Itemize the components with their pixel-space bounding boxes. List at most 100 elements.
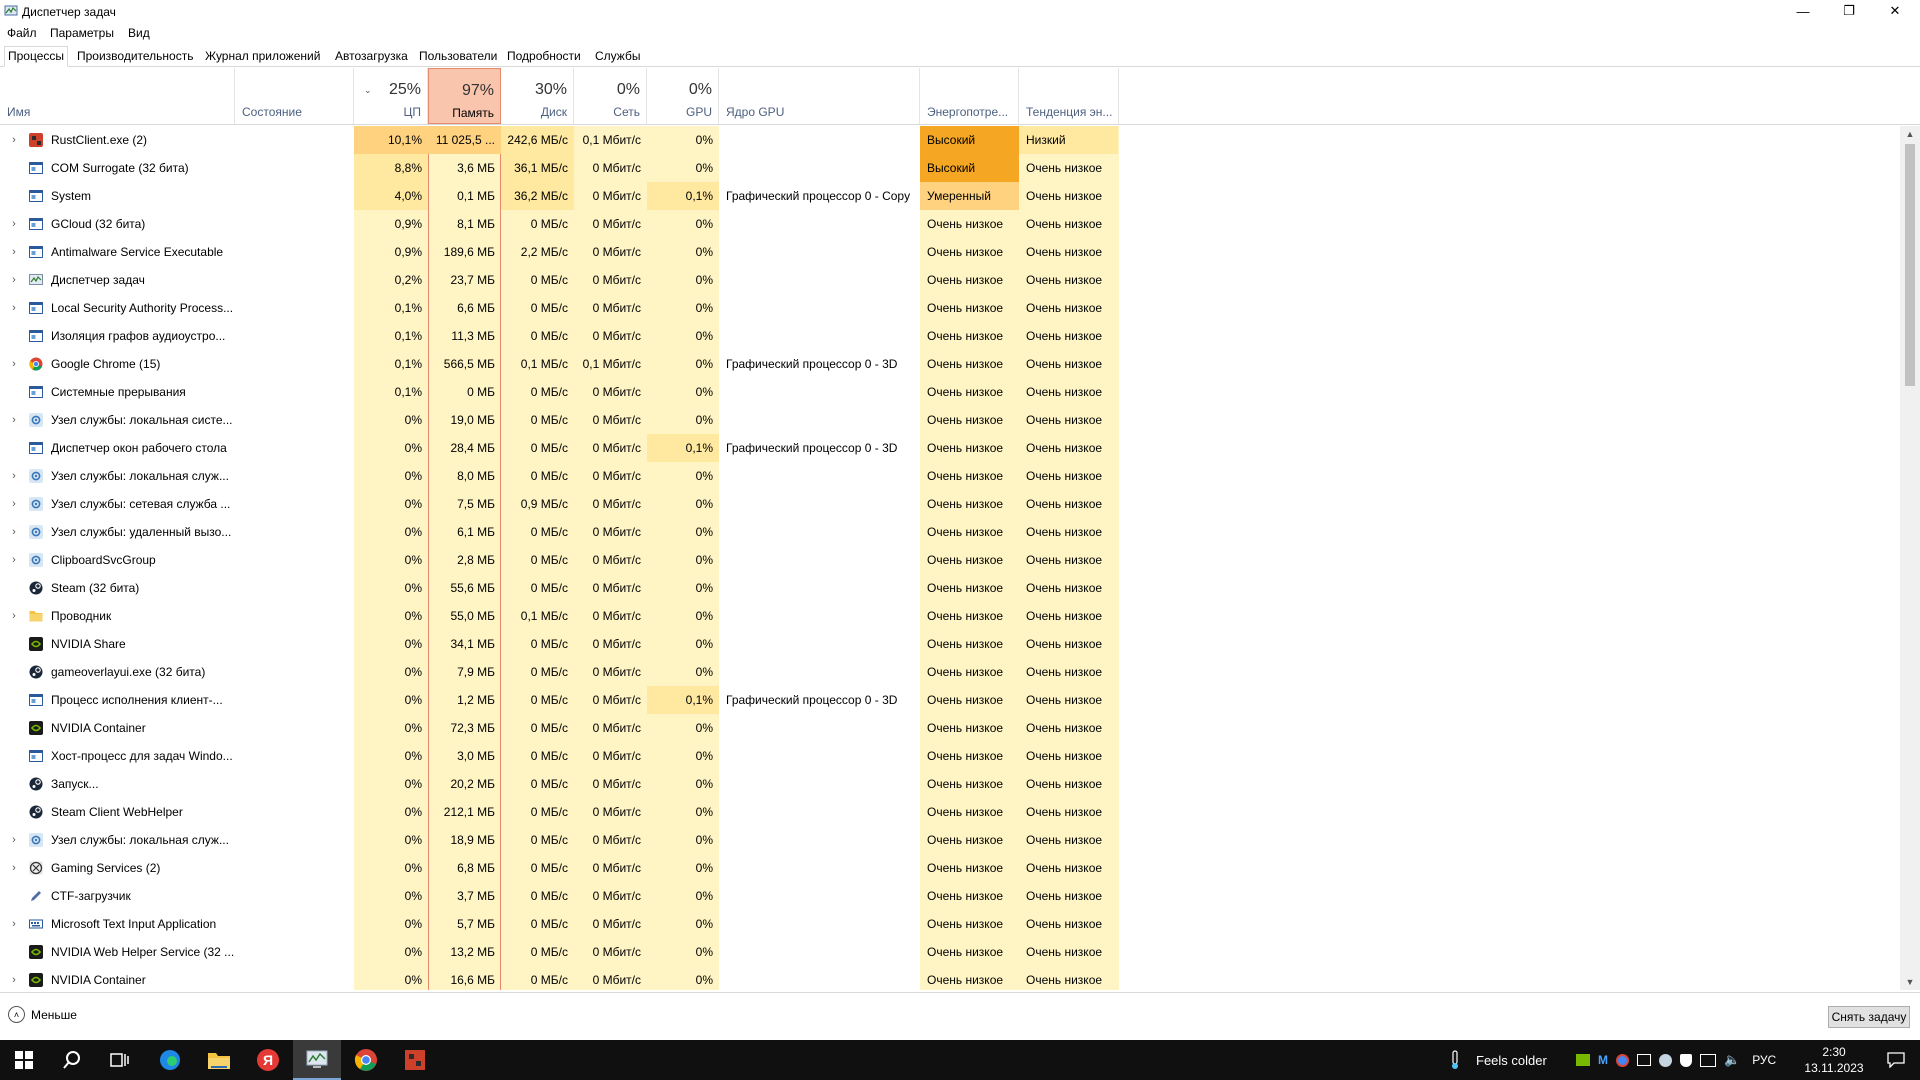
expand-chevron-icon[interactable]: › (8, 854, 20, 882)
expand-chevron-icon[interactable]: › (8, 490, 20, 518)
process-gpu-engine (719, 770, 919, 798)
nvidia-tray-icon[interactable] (1576, 1054, 1590, 1066)
taskbar-chrome[interactable] (342, 1040, 390, 1080)
process-row[interactable]: Процесс исполнения клиент-... 0% 1,2 МБ 0 М… (0, 686, 1900, 714)
column-cpu[interactable]: 25% ЦП (354, 68, 428, 124)
vertical-scrollbar[interactable]: ▲ ▼ (1900, 126, 1920, 990)
process-row[interactable]: NVIDIA Share 0% 34,1 МБ 0 МБ/с 0 Мбит/с 0% Оче… (0, 630, 1900, 658)
steam-tray-icon[interactable] (1659, 1053, 1672, 1067)
process-row[interactable]: Steam (32 бита) 0% 55,6 МБ 0 МБ/с 0 Мбит/с 0%… (0, 574, 1900, 602)
expand-chevron-icon[interactable]: › (8, 546, 20, 574)
defender-tray-icon[interactable] (1680, 1053, 1692, 1067)
tab-processes[interactable]: Процессы (4, 46, 69, 67)
start-button[interactable] (0, 1040, 48, 1080)
process-memory: 189,6 МБ (443, 245, 495, 259)
process-row[interactable]: › ClipboardSvcGroup 0% 2,8 МБ 0 МБ/с 0 Мбит/с… (0, 546, 1900, 574)
expand-chevron-icon[interactable]: › (8, 462, 20, 490)
process-row[interactable]: › Local Security Authority Process... 0,1%… (0, 294, 1900, 322)
taskbar-edge[interactable] (146, 1040, 194, 1080)
column-power-usage[interactable]: Энергопотре... (920, 68, 1019, 124)
column-power-trend[interactable]: Тенденция эн... (1019, 68, 1119, 124)
tab-details[interactable]: Подробности (504, 48, 584, 65)
process-row[interactable]: COM Surrogate (32 бита) 8,8% 3,6 МБ 36,1 МБ… (0, 154, 1900, 182)
column-status[interactable]: Состояние (235, 68, 354, 124)
process-row[interactable]: NVIDIA Web Helper Service (32 ... 0% 13,2 … (0, 938, 1900, 966)
taskbar-yandex[interactable]: Я (244, 1040, 292, 1080)
taskbar-explorer[interactable] (195, 1040, 243, 1080)
expand-chevron-icon[interactable]: › (8, 966, 20, 990)
tab-startup[interactable]: Автозагрузка (332, 48, 411, 65)
notifications-button[interactable] (1876, 1040, 1916, 1080)
column-memory[interactable]: 97% Память (428, 68, 501, 124)
expand-chevron-icon[interactable]: › (8, 238, 20, 266)
process-row[interactable]: Steam Client WebHelper 0% 212,1 МБ 0 МБ/с 0 … (0, 798, 1900, 826)
process-row[interactable]: Хост-процесс для задач Windo... 0% 3,0 МБ 0… (0, 742, 1900, 770)
scrollbar-thumb[interactable] (1905, 144, 1915, 386)
search-button[interactable] (48, 1040, 96, 1080)
tab-services[interactable]: Службы (592, 48, 643, 65)
process-row[interactable]: Запуск... 0% 20,2 МБ 0 МБ/с 0 Мбит/с 0% Очень … (0, 770, 1900, 798)
process-row[interactable]: CTF-загрузчик 0% 3,7 МБ 0 МБ/с 0 Мбит/с 0% Оче… (0, 882, 1900, 910)
network-tray-icon[interactable] (1700, 1053, 1716, 1067)
expand-chevron-icon[interactable]: › (8, 294, 20, 322)
process-row[interactable]: › Microsoft Text Input Application 0% 5,7 М… (0, 910, 1900, 938)
end-task-button[interactable]: Снять задачу (1828, 1006, 1910, 1028)
process-row[interactable]: › Google Chrome (15) 0,1% 566,5 МБ 0,1 МБ/с 0… (0, 350, 1900, 378)
restore-button[interactable]: ❐ (1826, 0, 1872, 22)
expand-chevron-icon[interactable]: › (8, 602, 20, 630)
process-row[interactable]: NVIDIA Container 0% 72,3 МБ 0 МБ/с 0 Мбит/с 0… (0, 714, 1900, 742)
process-row[interactable]: Системные прерывания 0,1% 0 МБ 0 МБ/с 0 Мбит… (0, 378, 1900, 406)
tab-performance[interactable]: Производительность (74, 48, 196, 65)
expand-chevron-icon[interactable]: › (8, 350, 20, 378)
expand-chevron-icon[interactable]: › (8, 406, 20, 434)
malwarebytes-tray-icon[interactable]: M (1598, 1053, 1608, 1067)
process-row[interactable]: Изоляция графов аудиоустро... 0,1% 11,3 МБ… (0, 322, 1900, 350)
process-row[interactable]: › Gaming Services (2) 0% 6,8 МБ 0 МБ/с 0 Мбит… (0, 854, 1900, 882)
language-indicator[interactable]: РУС (1752, 1053, 1776, 1067)
display-tray-icon[interactable] (1637, 1054, 1651, 1066)
process-row[interactable]: › RustClient.exe (2) 10,1% 11 025,5 ... 242,… (0, 126, 1900, 154)
process-row[interactable]: Диспетчер окон рабочего стола 0% 28,4 МБ 0 … (0, 434, 1900, 462)
column-name[interactable]: Имя (0, 68, 235, 124)
expand-chevron-icon[interactable]: › (8, 126, 20, 154)
menu-file[interactable]: Файл (7, 26, 37, 40)
task-view-button[interactable] (96, 1040, 144, 1080)
menu-options[interactable]: Параметры (50, 26, 114, 40)
column-disk[interactable]: 30% Диск (501, 68, 574, 124)
process-row[interactable]: › Antimalware Service Executable 0,9% 189,6… (0, 238, 1900, 266)
expand-chevron-icon[interactable]: › (8, 910, 20, 938)
process-row[interactable]: gameoverlayui.exe (32 бита) 0% 7,9 МБ 0 МБ/… (0, 658, 1900, 686)
expand-chevron-icon[interactable]: › (8, 826, 20, 854)
process-row[interactable]: › Диспетчер задач 0,2% 23,7 МБ 0 МБ/с 0 Мбит/… (0, 266, 1900, 294)
volume-tray-icon[interactable]: 🔈 (1724, 1052, 1740, 1068)
process-row[interactable]: › GCloud (32 бита) 0,9% 8,1 МБ 0 МБ/с 0 Мбит/… (0, 210, 1900, 238)
close-button[interactable]: ✕ (1872, 0, 1918, 22)
scroll-up-icon[interactable]: ▲ (1900, 126, 1920, 142)
column-gpu[interactable]: 0% GPU (647, 68, 719, 124)
process-row[interactable]: › Узел службы: локальная служ... 0% 18,9 МБ… (0, 826, 1900, 854)
process-row[interactable]: › Узел службы: локальная систе... 0% 19,0 М… (0, 406, 1900, 434)
expand-chevron-icon[interactable]: › (8, 210, 20, 238)
menu-view[interactable]: Вид (128, 26, 150, 40)
weather-widget[interactable]: Feels colder (1448, 1040, 1547, 1080)
tab-app-history[interactable]: Журнал приложений (202, 48, 323, 65)
column-gpu-engine[interactable]: Ядро GPU (719, 68, 920, 124)
taskbar-rust[interactable] (391, 1040, 439, 1080)
fewer-details-button[interactable]: ˄ Меньше (8, 1006, 77, 1023)
process-row[interactable]: › Проводник 0% 55,0 МБ 0,1 МБ/с 0 Мбит/с 0% Оче… (0, 602, 1900, 630)
process-row[interactable]: › Узел службы: удаленный вызо... 0% 6,1 МБ 0… (0, 518, 1900, 546)
chrome-tray-icon[interactable] (1616, 1053, 1629, 1067)
process-gpu: 0% (695, 637, 713, 651)
scroll-down-icon[interactable]: ▼ (1900, 974, 1920, 990)
expand-chevron-icon[interactable]: › (8, 518, 20, 546)
clock[interactable]: 2:30 13.11.2023 (1796, 1040, 1872, 1080)
taskbar-task-manager[interactable] (293, 1040, 341, 1080)
process-row[interactable]: › NVIDIA Container 0% 16,6 МБ 0 МБ/с 0 Мбит/с… (0, 966, 1900, 990)
minimize-button[interactable]: — (1780, 0, 1826, 22)
expand-chevron-icon[interactable]: › (8, 266, 20, 294)
process-row[interactable]: › Узел службы: сетевая служба ... 0% 7,5 МБ… (0, 490, 1900, 518)
process-row[interactable]: › Узел службы: локальная служ... 0% 8,0 МБ 0… (0, 462, 1900, 490)
process-row[interactable]: System 4,0% 0,1 МБ 36,2 МБ/с 0 Мбит/с 0,1% Гра… (0, 182, 1900, 210)
tab-users[interactable]: Пользователи (416, 48, 500, 65)
column-network[interactable]: 0% Сеть (574, 68, 647, 124)
